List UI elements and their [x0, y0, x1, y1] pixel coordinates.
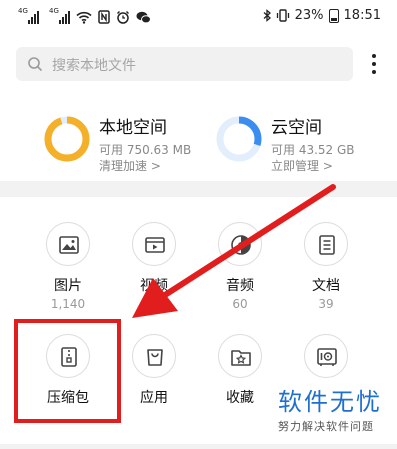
image-icon: [59, 236, 79, 254]
more-dot-icon: [372, 54, 376, 58]
status-bar: 4G 4G 23% 18:51: [0, 0, 397, 40]
search-icon: [28, 57, 43, 72]
clean-speedup-link[interactable]: 清理加速 >: [99, 157, 161, 174]
battery-percent: 23%: [294, 8, 324, 23]
category-count: 1,140: [50, 297, 86, 311]
category-label: 收藏: [226, 390, 254, 406]
wechat-icon: [136, 11, 151, 24]
signal-indicators: 4G 4G: [18, 7, 151, 24]
video-icon: [145, 237, 165, 253]
watermark-title: 软件无忧: [278, 388, 382, 416]
star-folder-icon: [231, 350, 251, 366]
ring-fill: [44, 116, 90, 162]
category-safe[interactable]: [286, 334, 366, 390]
more-options-button[interactable]: [366, 52, 382, 76]
status-right: 23% 18:51: [263, 8, 381, 23]
category-label: 文档: [312, 278, 340, 294]
bottom-divider: [0, 444, 397, 449]
category-label: 图片: [54, 278, 82, 294]
safe-icon: [317, 348, 337, 366]
watermark: 软件无忧 努力解决软件问题: [278, 388, 393, 434]
category-apps[interactable]: 应用: [114, 334, 194, 406]
document-icon: [319, 235, 335, 255]
local-storage-available: 可用 750.63 MB: [99, 143, 192, 157]
cloud-storage-card[interactable]: 云空间 可用 43.52 GB 立即管理 >: [216, 113, 376, 173]
category-count: 60: [232, 297, 248, 311]
sim2-signal-icon: 4G: [49, 7, 70, 24]
category-favorites[interactable]: 收藏: [200, 334, 280, 406]
category-label: 音频: [226, 278, 254, 294]
audio-icon: [231, 235, 251, 255]
highlight-box: [14, 319, 121, 423]
app-bag-icon: [147, 349, 163, 366]
category-documents[interactable]: 文档 39: [286, 222, 366, 311]
wifi-icon: [76, 11, 92, 24]
search-bar[interactable]: 搜索本地文件: [16, 47, 353, 81]
manage-now-link[interactable]: 立即管理 >: [271, 157, 333, 174]
local-storage-ring-icon: [44, 116, 90, 162]
category-label: 应用: [140, 390, 168, 406]
vibrate-icon: [276, 9, 289, 22]
category-count: 39: [318, 297, 334, 311]
bluetooth-icon: [263, 9, 271, 22]
cloud-storage-available: 可用 43.52 GB: [271, 143, 355, 157]
sim1-signal-icon: 4G: [18, 7, 39, 24]
category-label: 视频: [140, 278, 168, 294]
category-videos[interactable]: 视频: [114, 222, 194, 297]
search-placeholder: 搜索本地文件: [52, 58, 136, 74]
local-storage-card[interactable]: 本地空间 可用 750.63 MB 清理加速 >: [44, 113, 204, 173]
local-storage-title: 本地空间: [99, 118, 167, 138]
clock: 18:51: [343, 8, 381, 23]
alarm-icon: [117, 11, 129, 24]
category-images[interactable]: 图片 1,140: [28, 222, 108, 311]
cloud-storage-title: 云空间: [271, 118, 322, 138]
cloud-storage-ring-icon: [216, 116, 262, 162]
category-audio[interactable]: 音频 60: [200, 222, 280, 311]
battery-icon: [328, 8, 339, 23]
watermark-subtitle: 努力解决软件问题: [278, 420, 374, 433]
nfc-icon: [98, 10, 110, 24]
